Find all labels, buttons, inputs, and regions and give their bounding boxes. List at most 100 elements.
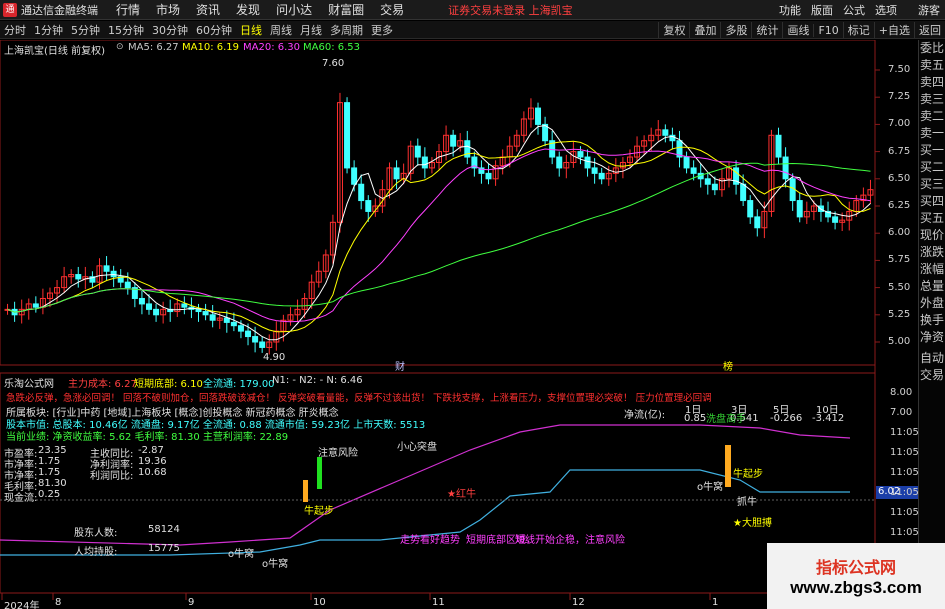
menu-item-news[interactable]: 资讯 <box>196 1 220 18</box>
pb2-value: 1.75 <box>38 467 61 478</box>
per-capita-value: 15775 <box>148 543 180 554</box>
candle-body <box>832 216 839 223</box>
menu-function[interactable]: 功能 <box>779 2 801 18</box>
ma5-label: MA5: 6.27 <box>128 42 179 53</box>
menu-formula[interactable]: 公式 <box>843 2 865 18</box>
adjust-button[interactable]: 复权 <box>658 22 689 38</box>
menu-item-wealth[interactable]: 财富圈 <box>328 1 364 18</box>
draw-line-button[interactable]: 画线 <box>782 22 813 38</box>
indicator-axis-tick: 11:05 <box>890 447 919 458</box>
x-axis-label: 1 <box>712 597 719 608</box>
side-item-ask2: 卖二 <box>919 109 944 123</box>
period-tab-5min[interactable]: 5分钟 <box>67 22 104 38</box>
period-tab-daily[interactable]: 日线 <box>236 22 266 38</box>
short-bottom-label: 短期底部: 6.10 <box>134 379 203 390</box>
stats-button[interactable]: 统计 <box>751 22 782 38</box>
net-margin-value: 19.36 <box>138 456 167 467</box>
menu-item-ask[interactable]: 问小达 <box>276 1 312 18</box>
period-tab-multi[interactable]: 多周期 <box>326 22 367 38</box>
event-marker-finance[interactable]: 财 <box>395 358 405 373</box>
period-tab-30min[interactable]: 30分钟 <box>148 22 192 38</box>
shareholders-value: 58124 <box>148 524 180 535</box>
menu-item-discover[interactable]: 发现 <box>236 1 260 18</box>
low-price-marker: 4.90 <box>263 352 286 363</box>
menu-guest[interactable]: 游客 <box>918 2 940 18</box>
candle-body <box>230 321 237 327</box>
indicator-axis-tick: 11:05 <box>890 507 919 518</box>
collapse-icon[interactable]: ⊙ <box>116 42 124 52</box>
x-axis-label: 10 <box>313 597 326 608</box>
cashflow-label: 现金流: <box>4 493 38 504</box>
side-item-trade[interactable]: 交易 <box>919 367 945 384</box>
mark-button[interactable]: 标记 <box>842 22 874 38</box>
period-tab-1min[interactable]: 1分钟 <box>30 22 67 38</box>
candle-body <box>754 216 761 229</box>
candle-body <box>146 303 152 310</box>
signal-bar-orange <box>303 480 308 502</box>
start-label: 牛起步 <box>304 506 334 517</box>
overlay-button[interactable]: 叠加 <box>689 22 720 38</box>
start-label-2: 牛起步 <box>733 469 763 480</box>
period-tab-weekly[interactable]: 周线 <box>266 22 296 38</box>
candle-body <box>485 172 492 180</box>
side-item-volume: 总量 <box>919 279 944 293</box>
ma10-label: MA10: 6.19 <box>182 42 240 53</box>
per-capita-label: 人均持股: <box>74 547 118 558</box>
candle-body <box>740 183 747 202</box>
multi-stock-button[interactable]: 多股 <box>720 22 751 38</box>
indicator-title: 乐淘公式网 <box>4 379 54 390</box>
candle-body <box>259 341 266 348</box>
candle-body <box>747 200 754 218</box>
side-item-bid4: 买四 <box>919 194 944 208</box>
side-item-bid2: 买二 <box>919 160 944 174</box>
side-item-change-pct: 涨幅 <box>919 262 944 276</box>
net-flow-label: 净流(亿): <box>624 410 666 421</box>
risk-label: 注意风险 <box>318 448 358 459</box>
side-item-bid-ratio[interactable]: 委比 <box>919 40 945 57</box>
indicator-axis-tick: 11:05 <box>890 487 919 498</box>
side-item-bid3: 买三 <box>919 177 944 191</box>
chart-area[interactable]: 上海凯宝(日线 前复权) ⊙ MA5: 6.27 MA10: 6.19 MA20… <box>0 39 919 609</box>
candle-body <box>711 183 718 191</box>
candle-body <box>598 172 605 180</box>
period-tab-60min[interactable]: 60分钟 <box>192 22 236 38</box>
side-item-ask1: 卖一 <box>919 126 944 140</box>
menu-options[interactable]: 选项 <box>875 2 897 18</box>
candle-body <box>202 311 209 316</box>
app-title: 通达信金融终端 <box>21 3 98 17</box>
price-axis-tick: 5.25 <box>888 308 911 320</box>
side-item-bid5: 买五 <box>919 211 944 225</box>
candle-body <box>577 151 584 158</box>
period-tab-monthly[interactable]: 月线 <box>296 22 326 38</box>
period-tab-more[interactable]: 更多 <box>367 22 397 38</box>
period-tab-timeshare[interactable]: 分时 <box>0 22 30 38</box>
candle-body <box>690 167 697 174</box>
back-button[interactable]: 返回 <box>914 22 945 38</box>
menu-layout[interactable]: 版面 <box>811 2 833 18</box>
kline-chart[interactable] <box>0 39 918 600</box>
period-tab-15min[interactable]: 15分钟 <box>104 22 148 38</box>
candle-body <box>365 200 372 212</box>
candle-body <box>775 134 782 158</box>
side-item-ask3: 卖三 <box>919 92 944 106</box>
candle-body <box>195 308 202 313</box>
price-axis-tick: 7.25 <box>888 91 911 103</box>
candle-body <box>237 325 244 332</box>
price-axis-tick: 5.50 <box>888 281 911 293</box>
menu-item-market[interactable]: 市场 <box>156 1 180 18</box>
menu-item-trade[interactable]: 交易 <box>380 1 404 18</box>
f10-button[interactable]: F10 <box>813 23 842 37</box>
side-item-auto[interactable]: 自动 <box>919 350 945 367</box>
event-marker-list[interactable]: 榜 <box>723 358 733 373</box>
candle-body <box>351 167 358 185</box>
candle-body <box>584 156 591 169</box>
wash-label: 洗盘高手 <box>706 414 746 425</box>
watermark: 指标公式网 www.zbgs3.com <box>767 543 945 609</box>
candle-body <box>358 183 365 202</box>
add-watchlist-button[interactable]: +自选 <box>873 22 914 38</box>
price-axis-tick: 5.75 <box>888 254 911 266</box>
profit-yoy-label: 利润同比: <box>90 471 134 482</box>
menu-item-quotes[interactable]: 行情 <box>116 1 140 18</box>
period-toolbar: 分时 1分钟 5分钟 15分钟 30分钟 60分钟 日线 周线 月线 多周期 更… <box>0 21 945 39</box>
candle-body <box>32 303 39 308</box>
